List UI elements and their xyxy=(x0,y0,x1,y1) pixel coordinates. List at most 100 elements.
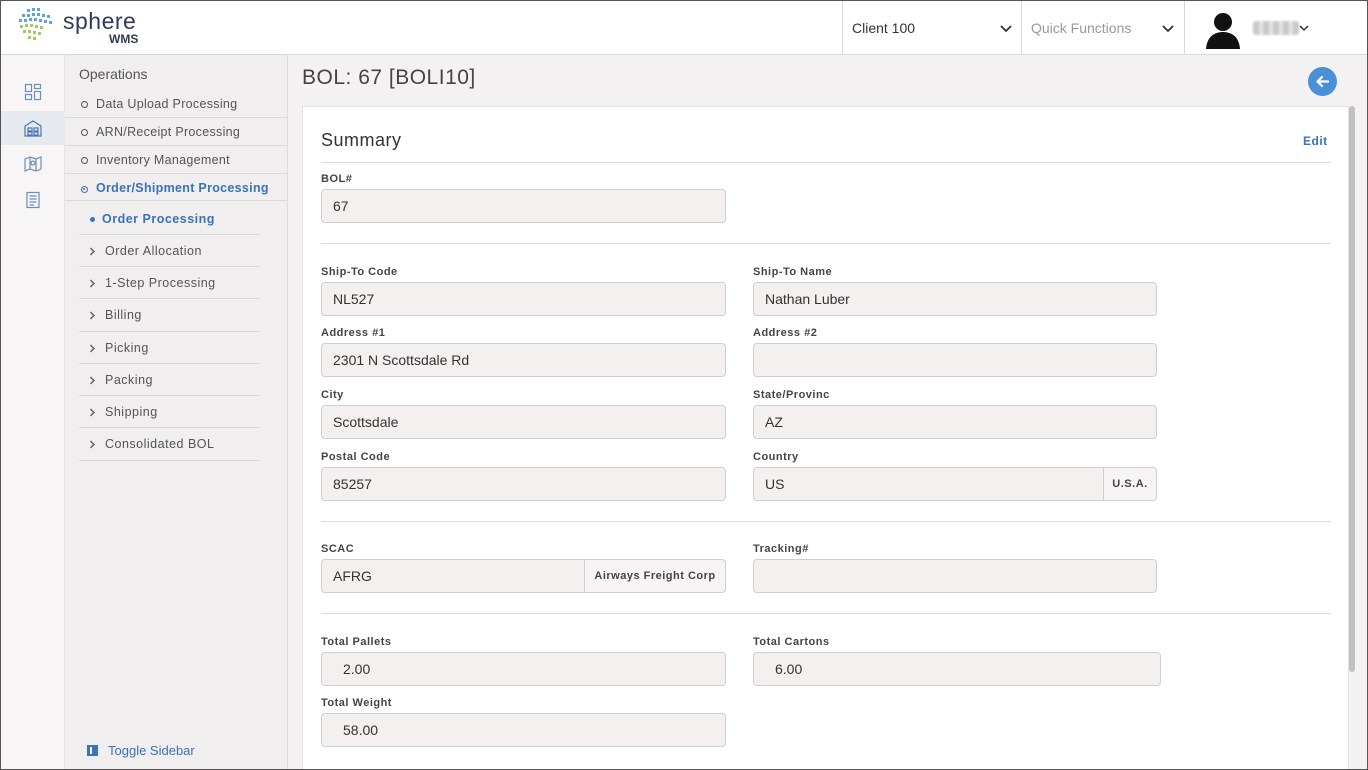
sidebar-subitem-label: Billing xyxy=(105,308,142,322)
sidebar-subitem-picking[interactable]: Picking xyxy=(79,332,259,364)
sidebar-subitem-label: Packing xyxy=(105,372,153,387)
operations-sidebar: Operations Data Upload Processing ARN/Re… xyxy=(65,55,288,769)
circle-bullet-icon xyxy=(81,129,88,136)
main-content: BOL: 67 [BOLI10] Summary Edit BOL# 67 Sh… xyxy=(288,55,1367,769)
scac-field[interactable]: AFRG Airways Freight Corp xyxy=(321,559,726,593)
edit-link[interactable]: Edit xyxy=(1303,134,1328,148)
sidebar-subitem-label: Consolidated BOL xyxy=(105,437,215,451)
total-pallets-field[interactable]: 2.00 xyxy=(321,652,726,686)
sidebar-item-label: Order/Shipment Processing xyxy=(96,180,269,195)
quick-functions-placeholder: Quick Functions xyxy=(1031,20,1132,36)
toggle-sidebar-icon xyxy=(87,745,98,756)
divider xyxy=(321,243,1331,244)
ship-to-name-label: Ship-To Name xyxy=(753,266,833,278)
vertical-scrollbar[interactable] xyxy=(1349,106,1355,672)
postal-code-label: Postal Code xyxy=(321,451,391,463)
dashboard-icon xyxy=(24,83,42,101)
address2-label: Address #2 xyxy=(753,327,818,339)
sidebar-subitem-shipping[interactable]: Shipping xyxy=(79,396,259,428)
chevron-right-icon xyxy=(90,247,95,256)
ship-to-name-field[interactable]: Nathan Luber xyxy=(753,282,1157,316)
chevron-right-icon xyxy=(90,311,95,320)
sidebar-subitem-consolidated-bol[interactable]: Consolidated BOL xyxy=(79,428,259,461)
chevron-right-icon xyxy=(90,279,95,288)
sidebar-subitem-label: 1-Step Processing xyxy=(105,275,216,290)
chevron-right-icon xyxy=(90,440,95,449)
total-cartons-field[interactable]: 6.00 xyxy=(753,652,1161,686)
scac-addon: Airways Freight Corp xyxy=(584,559,726,593)
sidebar-item-inventory[interactable]: Inventory Management xyxy=(65,146,287,174)
page-title: BOL: 67 [BOLI10] xyxy=(302,66,476,89)
summary-card: Summary Edit BOL# 67 Ship-To Code NL527 … xyxy=(302,106,1349,769)
logo-text: sphere xyxy=(63,8,137,34)
state-label: State/Provinc xyxy=(753,389,830,401)
chevron-right-icon xyxy=(90,344,95,353)
postal-code-field[interactable]: 85257 xyxy=(321,467,726,501)
chevron-down-icon xyxy=(1000,25,1012,33)
address2-field[interactable] xyxy=(753,343,1157,377)
sidebar-subitem-label: Order Processing xyxy=(102,211,215,226)
scac-label: SCAC xyxy=(321,543,355,555)
bol-field[interactable]: 67 xyxy=(321,189,726,223)
rail-map[interactable] xyxy=(1,147,65,181)
sidebar-subitem-1-step[interactable]: 1-Step Processing xyxy=(79,267,259,299)
sidebar-subitem-label: Order Allocation xyxy=(105,243,202,258)
sidebar-item-label: ARN/Receipt Processing xyxy=(96,124,241,139)
sidebar-item-arn-receipt[interactable]: ARN/Receipt Processing xyxy=(65,118,287,146)
sidebar-subitem-label: Shipping xyxy=(105,404,158,419)
country-label: Country xyxy=(753,451,799,463)
client-select[interactable]: Client 100 xyxy=(842,1,1022,55)
sphere-wms-logo[interactable]: sphere WMS xyxy=(17,7,157,47)
rail-dashboard[interactable] xyxy=(1,75,65,109)
toggle-sidebar-label: Toggle Sidebar xyxy=(108,743,195,758)
arrow-left-icon xyxy=(1316,75,1330,88)
divider xyxy=(321,162,1331,163)
sidebar-subitem-order-allocation[interactable]: Order Allocation xyxy=(79,235,259,267)
country-field[interactable]: US U.S.A. xyxy=(753,467,1157,501)
divider xyxy=(321,521,1331,522)
sidebar-item-label: Data Upload Processing xyxy=(96,96,238,111)
user-menu[interactable] xyxy=(1184,1,1367,55)
sidebar-item-order-shipment[interactable]: Order/Shipment Processing xyxy=(65,175,287,201)
toggle-sidebar-link[interactable]: Toggle Sidebar xyxy=(87,743,195,758)
user-avatar-icon xyxy=(1206,13,1240,49)
sidebar-item-data-upload[interactable]: Data Upload Processing xyxy=(65,90,287,118)
quick-functions-select[interactable]: Quick Functions xyxy=(1021,1,1184,55)
chevron-down-icon xyxy=(1299,25,1309,32)
top-header: sphere WMS Client 100 Quick Functions xyxy=(1,1,1367,55)
active-dot-icon xyxy=(90,217,95,222)
username-redacted xyxy=(1253,21,1299,35)
rail-warehouse[interactable] xyxy=(1,111,65,145)
icon-rail xyxy=(1,55,65,769)
logo-subtext: WMS xyxy=(109,32,139,46)
total-pallets-label: Total Pallets xyxy=(321,636,392,648)
chevron-down-icon xyxy=(1162,25,1174,33)
circle-bullet-icon xyxy=(81,101,88,108)
globe-logo-icon xyxy=(19,8,52,40)
scac-value: AFRG xyxy=(333,568,372,584)
city-field[interactable]: Scottsdale xyxy=(321,405,726,439)
divider xyxy=(321,613,1331,614)
app-window: sphere WMS Client 100 Quick Functions Op… xyxy=(0,0,1368,770)
sidebar-subitem-order-processing[interactable]: Order Processing xyxy=(79,203,259,235)
sidebar-subitem-billing[interactable]: Billing xyxy=(79,299,259,332)
address1-field[interactable]: 2301 N Scottsdale Rd xyxy=(321,343,726,377)
sidebar-subitem-packing[interactable]: Packing xyxy=(79,364,259,396)
ship-to-code-field[interactable]: NL527 xyxy=(321,282,726,316)
country-addon: U.S.A. xyxy=(1103,467,1157,501)
sidebar-subitem-label: Picking xyxy=(105,340,149,355)
rail-report[interactable] xyxy=(1,183,65,217)
circle-bullet-icon xyxy=(81,157,88,164)
city-label: City xyxy=(321,389,344,401)
tracking-field[interactable] xyxy=(753,559,1157,593)
back-button[interactable] xyxy=(1308,67,1337,96)
chevron-right-icon xyxy=(90,408,95,417)
total-weight-field[interactable]: 58.00 xyxy=(321,713,726,747)
report-icon xyxy=(26,191,40,209)
state-field[interactable]: AZ xyxy=(753,405,1157,439)
sidebar-item-label: Inventory Management xyxy=(96,152,230,167)
map-icon xyxy=(24,156,42,172)
address1-label: Address #1 xyxy=(321,327,386,339)
radio-bullet-icon xyxy=(81,186,88,193)
warehouse-icon xyxy=(24,120,42,137)
